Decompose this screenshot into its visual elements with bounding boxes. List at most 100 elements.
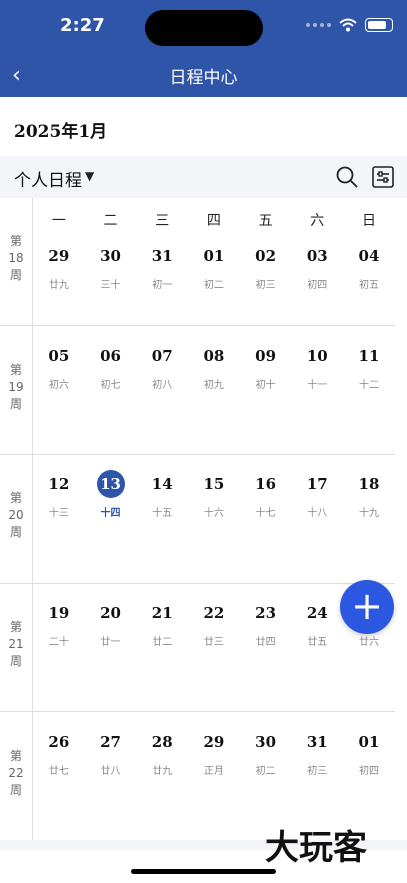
week-number-label: 第 20 周 [4,490,28,541]
week-label-text: 21 [8,637,24,651]
weekday-label: 一 [51,213,66,229]
day-cell[interactable]: 30 初二 [240,728,292,777]
day-number: 07 [151,347,173,365]
caret-down-icon[interactable]: ▼ [85,169,94,183]
day-cell[interactable]: 12 十三 [33,470,85,519]
day-number: 13 [96,470,125,498]
calendar-type-dropdown[interactable]: 个人日程 [14,166,82,191]
day-number: 11 [358,347,380,365]
week-row: 05 初六 06 初七 07 初八 08 初九 09 初十 10 十一 11 十二 [33,342,395,391]
lunar-date: 初九 [203,380,224,391]
weekday-label: 二 [103,213,118,229]
day-cell[interactable]: 07 初八 [136,342,188,391]
day-number: 21 [151,604,173,622]
day-cell[interactable]: 18 十九 [343,470,395,519]
week-label-text: 第 [9,363,22,377]
week-row: 26 廿七 27 廿八 28 廿九 29 正月 30 初二 31 初三 01 初四 [33,728,395,777]
day-cell[interactable]: 28 廿九 [136,728,188,777]
weekday-label: 五 [258,213,273,229]
week-number-label: 第 18 周 [4,233,28,284]
lunar-date: 十二 [358,380,379,391]
day-number: 22 [203,604,225,622]
day-cell[interactable]: 22 廿三 [188,599,240,648]
day-cell[interactable]: 11 十二 [343,342,395,391]
lunar-date: 十七 [255,508,276,519]
add-schedule-button[interactable]: + [340,580,394,634]
day-cell[interactable]: 04 初五 [343,242,395,291]
filter-bar: 个人日程 ▼ [0,156,407,198]
lunar-date: 初五 [358,280,379,291]
day-cell[interactable]: 31 初一 [136,242,188,291]
week-label-text: 18 [8,251,24,265]
filter-settings-icon[interactable] [371,165,395,189]
day-number: 14 [151,475,173,493]
week-number-label: 第 19 周 [4,362,28,413]
day-cell[interactable]: 17 十八 [291,470,343,519]
day-number: 18 [358,475,380,493]
day-number: 23 [255,604,277,622]
day-cell[interactable]: 24 廿五 [291,599,343,648]
week-row: 12 十三 13 十四 14 十五 15 十六 16 十七 17 十八 18 十九 [33,470,395,519]
day-cell[interactable]: 02 初三 [240,242,292,291]
day-cell[interactable]: 10 十一 [291,342,343,391]
lunar-date: 廿九 [152,766,173,777]
day-cell[interactable]: 20 廿一 [85,599,137,648]
lunar-date: 初三 [255,280,276,291]
lunar-date: 初八 [152,380,173,391]
lunar-date: 初一 [152,280,173,291]
week-label-text: 第 [9,491,22,505]
lunar-date: 廿七 [48,766,69,777]
day-cell[interactable]: 30 三十 [85,242,137,291]
day-number: 02 [255,247,277,265]
day-cell[interactable]: 23 廿四 [240,599,292,648]
day-cell-selected[interactable]: 13 十四 [85,470,137,519]
day-cell[interactable]: 31 初三 [291,728,343,777]
lunar-date: 初七 [100,380,121,391]
day-number: 10 [306,347,328,365]
lunar-date: 廿八 [100,766,121,777]
day-number: 12 [48,475,70,493]
status-time: 2:27 [60,15,105,36]
day-cell[interactable]: 27 廿八 [85,728,137,777]
week-label-text: 第 [9,234,22,248]
day-number: 19 [48,604,70,622]
lunar-date: 廿六 [358,637,379,648]
day-number: 05 [48,347,70,365]
week-number-label: 第 21 周 [4,619,28,670]
lunar-date: 廿二 [152,637,173,648]
day-cell[interactable]: 01 初四 [343,728,395,777]
day-cell[interactable]: 01 初二 [188,242,240,291]
day-cell[interactable]: 03 初四 [291,242,343,291]
day-number: 01 [358,733,380,751]
lunar-date: 初二 [255,766,276,777]
day-cell[interactable]: 16 十七 [240,470,292,519]
lunar-date: 初四 [358,766,379,777]
day-number: 20 [100,604,121,622]
day-cell[interactable]: 29 廿九 [33,242,85,291]
day-cell[interactable]: 19 二十 [33,599,85,648]
day-cell[interactable]: 26 廿七 [33,728,85,777]
day-number: 24 [306,604,328,622]
lunar-date: 廿四 [255,637,276,648]
search-icon[interactable] [335,165,359,189]
day-cell[interactable]: 08 初九 [188,342,240,391]
weekday-label: 日 [361,213,376,229]
day-cell[interactable]: 14 十五 [136,470,188,519]
day-cell[interactable]: 15 十六 [188,470,240,519]
day-cell[interactable]: 05 初六 [33,342,85,391]
day-cell[interactable]: 29 正月 [188,728,240,777]
watermark: 大玩客 [265,828,367,868]
day-cell[interactable]: 09 初十 [240,342,292,391]
day-number: 04 [358,247,380,265]
lunar-date: 廿三 [203,637,224,648]
day-number: 27 [100,733,121,751]
day-cell[interactable]: 21 廿二 [136,599,188,648]
week-number-label: 第 22 周 [4,748,28,799]
lunar-date: 初二 [203,280,224,291]
lunar-date: 廿一 [100,637,121,648]
day-number: 30 [100,247,121,265]
day-number: 26 [48,733,70,751]
day-cell[interactable]: 06 初七 [85,342,137,391]
lunar-date: 廿五 [307,637,328,648]
week-label-text: 周 [9,654,22,668]
